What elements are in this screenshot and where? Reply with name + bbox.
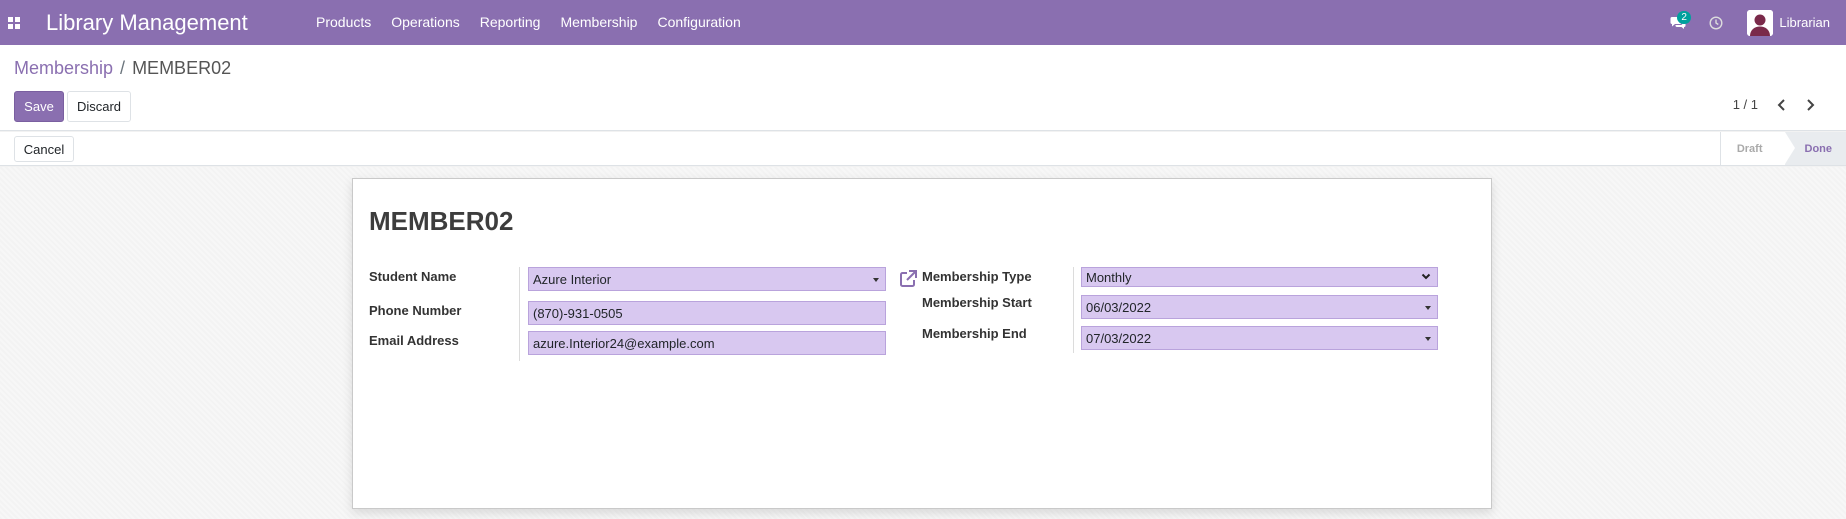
membership-end-field[interactable]: 07/03/2022	[1081, 326, 1438, 350]
messaging-menu[interactable]: 2	[1665, 10, 1691, 36]
phone-number-label: Phone Number	[369, 303, 462, 318]
save-button[interactable]: Save	[14, 91, 64, 122]
pager-previous-button[interactable]	[1774, 95, 1790, 115]
student-name-field[interactable]: Azure Interior	[528, 267, 886, 291]
caret-down-icon	[1425, 337, 1431, 341]
activity-clock-icon[interactable]	[1703, 10, 1729, 36]
pager-next-button[interactable]	[1802, 95, 1818, 115]
main-menu: Products Operations Reporting Membership…	[306, 0, 751, 45]
email-address-field[interactable]: azure.Interior24@example.com	[528, 331, 886, 355]
breadcrumb-current: MEMBER02	[132, 58, 232, 78]
left-group-divider	[519, 267, 520, 361]
menu-item-reporting[interactable]: Reporting	[470, 0, 551, 45]
pager-value: 1 / 1	[1732, 97, 1758, 112]
chevron-left-icon	[1777, 99, 1785, 111]
top-navbar: Library Management Products Operations R…	[0, 0, 1846, 45]
form-sheet: MEMBER02 Student Name Azure Interior Pho…	[352, 178, 1492, 509]
student-name-value: Azure Interior	[533, 271, 612, 287]
menu-item-membership[interactable]: Membership	[550, 0, 647, 45]
right-group-divider	[1073, 267, 1074, 353]
caret-down-icon	[1425, 306, 1431, 310]
stage-draft[interactable]: Draft	[1719, 132, 1795, 165]
student-name-label: Student Name	[369, 269, 457, 284]
breadcrumb-separator: /	[120, 58, 126, 78]
membership-type-select[interactable]: Monthly	[1081, 267, 1438, 287]
status-bar: Cancel Draft Done	[0, 132, 1846, 166]
membership-type-label: Membership Type	[922, 269, 1032, 284]
messages-count-badge: 2	[1677, 10, 1691, 24]
record-title: MEMBER02	[369, 206, 514, 236]
membership-start-value: 06/03/2022	[1086, 299, 1152, 315]
phone-number-value: (870)-931-0505	[533, 305, 623, 321]
avatar	[1747, 9, 1774, 36]
menu-item-configuration[interactable]: Configuration	[647, 0, 750, 45]
cancel-button[interactable]: Cancel	[14, 136, 74, 162]
caret-down-icon	[873, 278, 879, 282]
membership-start-field[interactable]: 06/03/2022	[1081, 295, 1438, 319]
chevron-down-icon	[1421, 273, 1431, 280]
status-stages: Draft Done	[1719, 132, 1846, 165]
discard-button[interactable]: Discard	[67, 91, 131, 122]
menu-item-operations[interactable]: Operations	[381, 0, 469, 45]
control-panel: Membership / MEMBER02 Save Discard 1 / 1	[0, 45, 1846, 131]
external-link-icon	[900, 270, 917, 287]
membership-end-label: Membership End	[922, 326, 1027, 341]
user-menu[interactable]: Librarian	[1747, 9, 1830, 36]
navbar-systray: 2 Librarian	[1665, 0, 1846, 45]
menu-item-products[interactable]: Products	[306, 0, 381, 45]
membership-type-value: Monthly	[1086, 269, 1132, 285]
email-address-value: azure.Interior24@example.com	[533, 335, 715, 351]
apps-menu-icon[interactable]	[0, 0, 28, 45]
membership-start-label: Membership Start	[922, 295, 1032, 310]
breadcrumb: Membership / MEMBER02	[14, 58, 231, 79]
breadcrumb-membership-link[interactable]: Membership	[14, 58, 113, 79]
chevron-right-icon	[1807, 99, 1815, 111]
external-link-button[interactable]	[898, 269, 918, 289]
user-name: Librarian	[1779, 15, 1830, 30]
email-address-label: Email Address	[369, 333, 459, 348]
membership-end-value: 07/03/2022	[1086, 330, 1152, 346]
app-title[interactable]: Library Management	[46, 10, 306, 36]
phone-number-field[interactable]: (870)-931-0505	[528, 301, 886, 325]
